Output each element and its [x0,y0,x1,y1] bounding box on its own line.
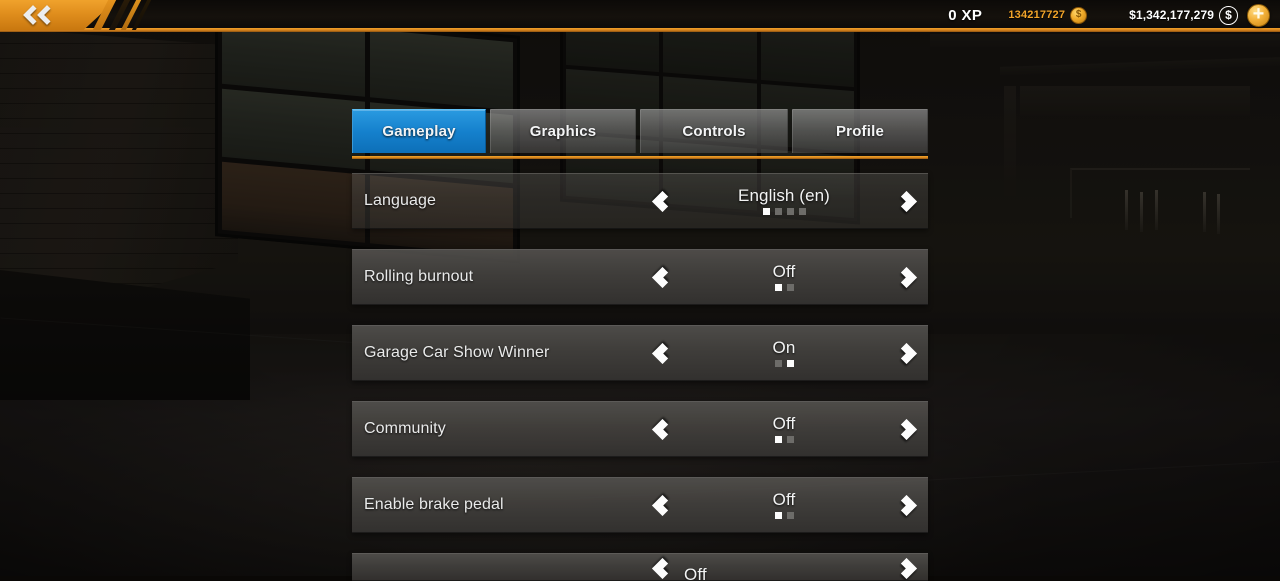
coin-amount: 134217727 [1008,9,1065,21]
prev-value-arrow[interactable] [640,325,684,381]
value-step-dots [775,284,794,291]
prev-value-arrow[interactable] [640,401,684,457]
setting-value-box: Off [684,401,884,457]
setting-value: Off [773,491,796,508]
prev-value-arrow[interactable] [640,477,684,533]
currency-hud: 0 XP 134217727 $ $1,342,177,279 $ + [948,0,1280,30]
setting-label: Language [364,192,640,210]
setting-value: Off [684,566,707,581]
setting-value-box: Off [684,249,884,305]
setting-value-box: English (en) [684,173,884,229]
tab-controls[interactable]: Controls [640,109,788,153]
next-value-arrow[interactable] [884,325,928,381]
value-step-dots [775,360,794,367]
next-value-arrow[interactable] [884,477,928,533]
settings-tab-bar: Gameplay Graphics Controls Profile [352,105,928,153]
coin-currency-group: 134217727 $ [1008,7,1087,24]
tab-profile[interactable]: Profile [792,109,928,153]
next-value-arrow[interactable] [884,249,928,305]
prev-value-arrow[interactable] [640,553,684,581]
setting-value: English (en) [738,187,830,204]
value-step-dots [775,436,794,443]
settings-panel: Gameplay Graphics Controls Profile Langu… [352,105,928,581]
setting-value-box: Off [684,553,884,581]
back-button[interactable] [0,0,158,30]
setting-value-box: On [684,325,884,381]
xp-label: 0 XP [948,7,982,24]
settings-row-list: Language English (en) Rolling burnout Of… [352,173,928,581]
setting-row-garage-car-show-winner[interactable]: Garage Car Show Winner On [352,325,928,381]
setting-row-rolling-burnout[interactable]: Rolling burnout Off [352,249,928,305]
value-step-dots [763,208,806,215]
value-step-dots [775,512,794,519]
coin-icon: $ [1070,7,1087,24]
prev-value-arrow[interactable] [640,249,684,305]
setting-value: On [773,339,796,356]
money-currency-group: $1,342,177,279 $ [1129,6,1238,25]
dollar-circle-icon: $ [1219,6,1238,25]
setting-label: Community [364,420,640,438]
setting-row-language[interactable]: Language English (en) [352,173,928,229]
setting-value: Off [773,415,796,432]
tab-controls-label: Controls [682,123,745,140]
prev-value-arrow[interactable] [640,173,684,229]
setting-row-enable-brake-pedal[interactable]: Enable brake pedal Off [352,477,928,533]
tab-graphics[interactable]: Graphics [490,109,636,153]
money-amount: $1,342,177,279 [1129,8,1214,22]
tab-gameplay[interactable]: Gameplay [352,109,486,153]
next-value-arrow[interactable] [884,553,928,581]
add-currency-button[interactable]: + [1247,4,1270,27]
setting-label: Rolling burnout [364,268,640,286]
tab-gameplay-label: Gameplay [382,123,455,140]
next-value-arrow[interactable] [884,173,928,229]
next-value-arrow[interactable] [884,401,928,457]
setting-row-community[interactable]: Community Off [352,401,928,457]
setting-label [364,553,640,581]
setting-label: Enable brake pedal [364,496,640,514]
setting-label: Garage Car Show Winner [364,344,640,362]
setting-value: Off [773,263,796,280]
tab-graphics-label: Graphics [530,123,597,140]
tab-underline-rule [352,156,928,159]
tab-profile-label: Profile [836,123,884,140]
setting-row-partial[interactable]: Off [352,553,928,581]
setting-value-box: Off [684,477,884,533]
